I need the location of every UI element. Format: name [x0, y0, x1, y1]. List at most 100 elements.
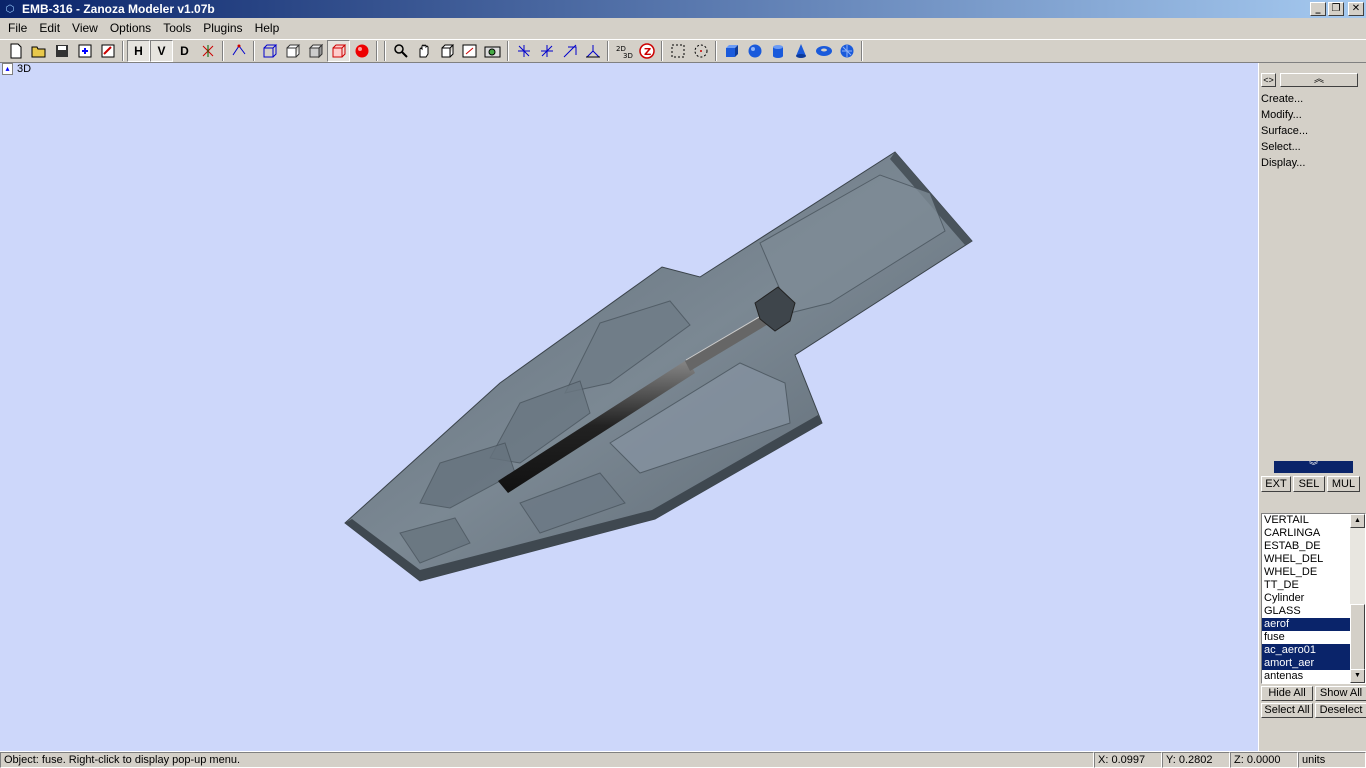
- hide-all-button[interactable]: Hide All: [1261, 686, 1313, 701]
- zoom-region-icon[interactable]: [458, 40, 481, 62]
- restore-button[interactable]: ❐: [1328, 2, 1344, 16]
- svg-text:Z: Z: [644, 47, 651, 58]
- menu-options[interactable]: Options: [104, 21, 157, 35]
- object-list-scrollbar[interactable]: ▲ ▼: [1350, 514, 1365, 683]
- menu-help[interactable]: Help: [249, 21, 286, 35]
- depth-view-button[interactable]: D: [173, 40, 196, 62]
- export-icon[interactable]: [96, 40, 119, 62]
- ext-mode-button[interactable]: EXT: [1261, 476, 1291, 492]
- deselect-button[interactable]: Deselect: [1315, 703, 1366, 718]
- svg-text:3D: 3D: [623, 52, 633, 59]
- render-sphere-icon[interactable]: [350, 40, 373, 62]
- object-list-item[interactable]: Cylinder: [1262, 592, 1350, 605]
- panel-menu-display[interactable]: Display...: [1261, 156, 1308, 172]
- main-toolbar: H V D 2D 3D Z: [0, 39, 1366, 63]
- status-message: Object: fuse. Right-click to display pop…: [0, 752, 1094, 768]
- object-list-item[interactable]: amort_aer: [1262, 657, 1350, 670]
- open-folder-icon[interactable]: [27, 40, 50, 62]
- object-list-item[interactable]: fuse: [1262, 631, 1350, 644]
- mul-mode-button[interactable]: MUL: [1327, 476, 1360, 492]
- select-all-button[interactable]: Select All: [1261, 703, 1313, 718]
- status-y-coord: Y: 0.2802: [1162, 752, 1230, 768]
- object-list-item[interactable]: ac_aero01: [1262, 644, 1350, 657]
- scroll-up-icon[interactable]: ▲: [1350, 514, 1365, 528]
- zoom-icon[interactable]: [389, 40, 412, 62]
- toolbar-separator: [861, 41, 863, 61]
- vertical-view-button[interactable]: V: [150, 40, 173, 62]
- toolbar-separator: [715, 41, 717, 61]
- minimize-button[interactable]: _: [1310, 2, 1326, 16]
- panel-header: <> ︽: [1261, 73, 1358, 87]
- panel-menu-create[interactable]: Create...: [1261, 92, 1308, 108]
- toolbar-separator: [607, 41, 609, 61]
- toolbar-separator: [507, 41, 509, 61]
- app-icon[interactable]: ⬡: [2, 2, 18, 16]
- object-list-item[interactable]: WHEL_DEL: [1262, 553, 1350, 566]
- object-list-item[interactable]: GLASS: [1262, 605, 1350, 618]
- object-list-item[interactable]: ESTAB_DE: [1262, 540, 1350, 553]
- sel-mode-button[interactable]: SEL: [1293, 476, 1325, 492]
- object-list-item[interactable]: aerof: [1262, 618, 1350, 631]
- menu-bar: File Edit View Options Tools Plugins Hel…: [0, 18, 1366, 38]
- menu-view[interactable]: View: [66, 21, 104, 35]
- menu-tools[interactable]: Tools: [157, 21, 197, 35]
- close-button[interactable]: ✕: [1348, 2, 1364, 16]
- new-file-icon[interactable]: [4, 40, 27, 62]
- create-cone-icon[interactable]: [789, 40, 812, 62]
- create-torus-icon[interactable]: [812, 40, 835, 62]
- camera-icon[interactable]: [481, 40, 504, 62]
- select-rect-icon[interactable]: [666, 40, 689, 62]
- panel-menu-surface[interactable]: Surface...: [1261, 124, 1308, 140]
- scale-icon[interactable]: [558, 40, 581, 62]
- cube-wire-icon[interactable]: [258, 40, 281, 62]
- select-circle-icon[interactable]: [689, 40, 712, 62]
- h-label: H: [134, 44, 143, 58]
- z-axis-icon[interactable]: Z: [635, 40, 658, 62]
- window-title: EMB-316 - Zanoza Modeler v1.07b: [22, 2, 215, 16]
- create-sphere-icon[interactable]: [743, 40, 766, 62]
- create-geosphere-icon[interactable]: [835, 40, 858, 62]
- vertex-icon[interactable]: [227, 40, 250, 62]
- save-icon[interactable]: [50, 40, 73, 62]
- panel-menu-select[interactable]: Select...: [1261, 140, 1308, 156]
- rotate-cube-icon[interactable]: [435, 40, 458, 62]
- pan-hand-icon[interactable]: [412, 40, 435, 62]
- selection-mode-group: EXT SEL MUL: [1261, 476, 1360, 492]
- menu-edit[interactable]: Edit: [33, 21, 66, 35]
- object-list-item[interactable]: VERTAIL: [1262, 514, 1350, 527]
- mirror-icon[interactable]: [581, 40, 604, 62]
- panel-menu-modify[interactable]: Modify...: [1261, 108, 1308, 124]
- object-list-item[interactable]: antenas: [1262, 670, 1350, 683]
- scroll-down-icon[interactable]: ▼: [1350, 669, 1365, 683]
- create-box-icon[interactable]: [720, 40, 743, 62]
- 2d-3d-icon[interactable]: 2D 3D: [612, 40, 635, 62]
- object-list-item[interactable]: WHEL_DE: [1262, 566, 1350, 579]
- 3d-viewport[interactable]: ▴ 3D: [0, 63, 1258, 751]
- d-label: D: [180, 44, 189, 58]
- object-list-item[interactable]: CARLINGA: [1262, 527, 1350, 540]
- panel-menu: Create... Modify... Surface... Select...…: [1261, 92, 1308, 172]
- v-label: V: [157, 44, 166, 58]
- object-list-item[interactable]: TT_DE: [1262, 579, 1350, 592]
- rotate-icon[interactable]: [535, 40, 558, 62]
- panel-expand-button[interactable]: ︽: [1280, 73, 1358, 87]
- menu-plugins[interactable]: Plugins: [197, 21, 248, 35]
- cube-textured-icon[interactable]: [327, 40, 350, 62]
- visibility-buttons: Hide All Show All Select All Deselect: [1261, 686, 1366, 718]
- axis-icon[interactable]: [196, 40, 219, 62]
- panel-toggle-button[interactable]: <>: [1261, 73, 1276, 87]
- cube-flat-icon[interactable]: [304, 40, 327, 62]
- object-list[interactable]: VERTAIL CARLINGA ESTAB_DE WHEL_DEL WHEL_DE TT…: [1261, 513, 1366, 684]
- cube-hidden-icon[interactable]: [281, 40, 304, 62]
- show-all-button[interactable]: Show All: [1315, 686, 1366, 701]
- panel-collapse-button[interactable]: ︾: [1274, 461, 1353, 473]
- create-cylinder-icon[interactable]: [766, 40, 789, 62]
- scroll-thumb[interactable]: [1350, 604, 1365, 674]
- menu-file[interactable]: File: [2, 21, 33, 35]
- horizontal-view-button[interactable]: H: [127, 40, 150, 62]
- import-icon[interactable]: [73, 40, 96, 62]
- model-render: [344, 151, 973, 582]
- toolbar-separator: [222, 41, 224, 61]
- toolbar-separator: [384, 41, 386, 61]
- move-icon[interactable]: [512, 40, 535, 62]
